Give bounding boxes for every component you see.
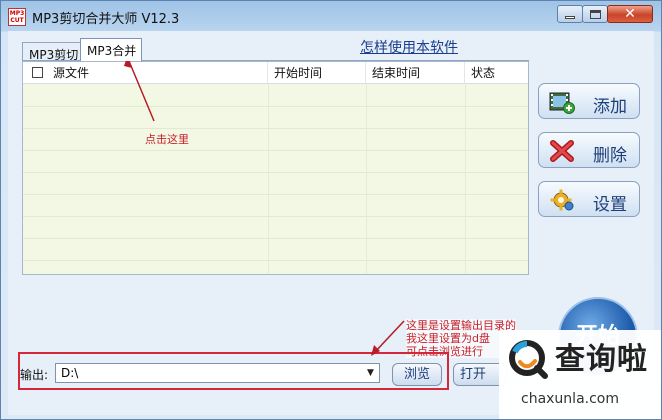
watermark-name: 查询啦 <box>555 342 648 377</box>
app-logo-icon: MP3 CUT <box>8 8 26 26</box>
maximize-button[interactable] <box>582 5 608 23</box>
tab-mp3-merge[interactable]: MP3合并 <box>80 38 142 61</box>
arrow-head-icon <box>371 345 380 356</box>
magnifier-logo-icon <box>509 340 548 379</box>
minimize-icon <box>565 15 575 19</box>
watermark: 查询啦 chaxunla.com <box>499 330 661 419</box>
arrow-to-output <box>373 320 405 354</box>
title-bar[interactable]: MP3 CUT MP3剪切合并大师 V12.3 ✕ <box>1 1 661 31</box>
watermark-domain: chaxunla.com <box>521 391 619 407</box>
close-button[interactable]: ✕ <box>607 5 653 23</box>
arrow-to-tab <box>128 60 155 122</box>
maximize-icon <box>589 9 601 19</box>
close-icon: ✕ <box>624 6 636 22</box>
minimize-button[interactable] <box>557 5 583 23</box>
window-title: MP3剪切合并大师 V12.3 <box>32 12 180 27</box>
app-window: MP3 CUT MP3剪切合并大师 V12.3 ✕ MP3剪切 MP3合并 怎样使… <box>0 0 662 420</box>
